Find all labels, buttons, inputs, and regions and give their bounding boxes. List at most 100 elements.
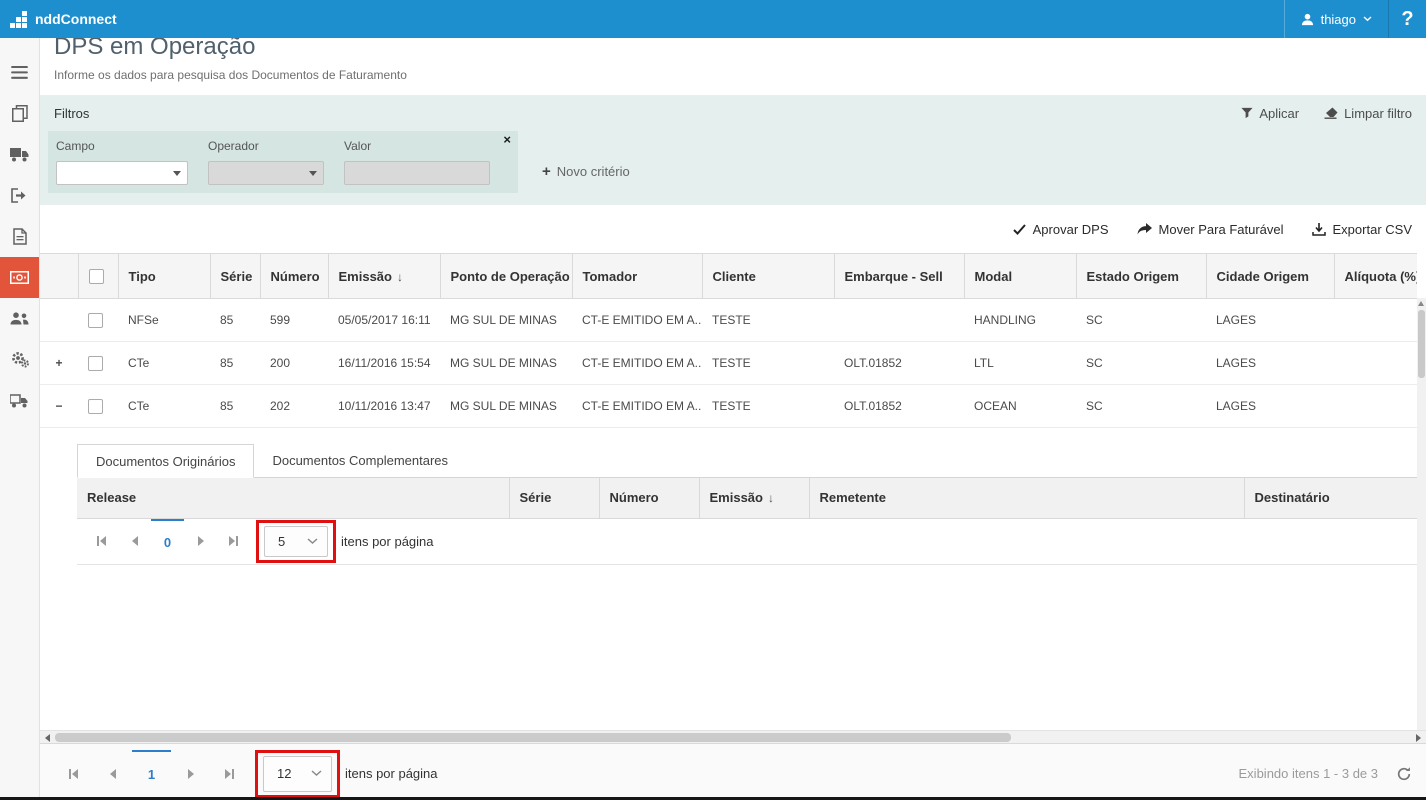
table-row[interactable]: − CTe 85 202 10/11/2016 13:47 MG SUL DE … xyxy=(40,385,1417,428)
grid-footer-pager: 1 12 itens por página xyxy=(40,743,1426,797)
field-select[interactable] xyxy=(56,161,188,185)
new-criteria-button[interactable]: + Novo critério xyxy=(542,163,630,180)
export-csv-button[interactable]: Exportar CSV xyxy=(1312,222,1412,237)
filters-title: Filtros xyxy=(54,106,89,121)
sidebar-item-billing[interactable] xyxy=(0,257,39,298)
collapse-row-button[interactable]: − xyxy=(55,399,62,413)
select-all-checkbox[interactable] xyxy=(89,269,104,284)
move-to-billable-button[interactable]: Mover Para Faturável xyxy=(1137,222,1284,237)
scroll-up-arrow[interactable] xyxy=(1418,301,1424,306)
last-page-button[interactable] xyxy=(217,519,250,564)
field-label: Campo xyxy=(56,139,188,153)
expander-column-header xyxy=(40,254,78,299)
clear-filter-button[interactable]: Limpar filtro xyxy=(1323,106,1412,121)
next-page-button[interactable] xyxy=(184,519,217,564)
horizontal-scroll-thumb[interactable] xyxy=(55,733,1011,742)
sidebar-item-users[interactable] xyxy=(0,298,39,339)
document-icon xyxy=(13,228,27,245)
plus-icon: + xyxy=(542,163,551,180)
column-header-tomador[interactable]: Tomador xyxy=(572,254,702,299)
chevron-down-icon xyxy=(1363,16,1372,22)
column-header-emissao[interactable]: Emissão↓ xyxy=(328,254,440,299)
detail-page-size-select[interactable]: 5 xyxy=(264,526,328,557)
table-row[interactable]: NFSe 85 599 05/05/2017 16:11 MG SUL DE M… xyxy=(40,299,1417,342)
detail-column-remetente[interactable]: Remetente xyxy=(809,478,1244,518)
app-window: nddConnect thiago ? xyxy=(0,0,1426,800)
column-header-ponto-operacao[interactable]: Ponto de Operação xyxy=(440,254,572,299)
users-icon xyxy=(10,312,29,325)
column-header-cidade-origem[interactable]: Cidade Origem xyxy=(1206,254,1334,299)
sidebar xyxy=(0,38,40,797)
truck-delivery-icon xyxy=(10,394,29,408)
sidebar-item-settings[interactable] xyxy=(0,339,39,380)
current-page[interactable]: 1 xyxy=(132,750,171,797)
apply-filter-button[interactable]: Aplicar xyxy=(1241,106,1299,121)
prev-page-button[interactable] xyxy=(93,750,132,797)
column-header-serie[interactable]: Série xyxy=(210,254,260,299)
dps-grid: Tipo Série Número Emissão↓ Ponto de Oper… xyxy=(40,253,1417,428)
detail-column-destinatario[interactable]: Destinatário xyxy=(1244,478,1417,518)
column-header-cliente[interactable]: Cliente xyxy=(702,254,834,299)
select-arrow-icon xyxy=(173,171,181,176)
detail-pager: 0 5 itens por página xyxy=(77,519,1417,565)
filters-panel: Filtros Aplicar xyxy=(40,95,1426,205)
items-per-page-label: itens por página xyxy=(345,750,438,797)
sidebar-item-logistics[interactable] xyxy=(0,380,39,421)
vertical-scroll-thumb[interactable] xyxy=(1418,310,1425,378)
refresh-button[interactable] xyxy=(1396,766,1412,782)
column-header-tipo[interactable]: Tipo xyxy=(118,254,210,299)
first-page-button[interactable] xyxy=(54,750,93,797)
column-header-numero[interactable]: Número xyxy=(260,254,328,299)
current-page[interactable]: 0 xyxy=(151,519,184,564)
sidebar-item-documents[interactable] xyxy=(0,93,39,134)
detail-column-release[interactable]: Release xyxy=(77,478,509,518)
row-checkbox[interactable] xyxy=(88,356,103,371)
column-header-modal[interactable]: Modal xyxy=(964,254,1076,299)
tab-documentos-originarios[interactable]: Documentos Originários xyxy=(77,444,254,478)
operator-label: Operador xyxy=(208,139,324,153)
tab-documentos-complementares[interactable]: Documentos Complementares xyxy=(254,444,466,477)
sidebar-menu-button[interactable] xyxy=(0,52,39,93)
user-name: thiago xyxy=(1321,12,1356,27)
sidebar-item-export[interactable] xyxy=(0,175,39,216)
detail-column-numero[interactable]: Número xyxy=(599,478,699,518)
column-header-aliquota[interactable]: Alíquota (%) xyxy=(1334,254,1417,299)
scroll-left-arrow[interactable] xyxy=(45,734,50,742)
page-title: DPS em Operação xyxy=(54,38,1412,61)
copy-icon xyxy=(12,105,28,122)
funnel-icon xyxy=(1241,107,1253,119)
first-page-button[interactable] xyxy=(85,519,118,564)
row-checkbox[interactable] xyxy=(88,399,103,414)
sort-desc-icon: ↓ xyxy=(768,491,774,505)
sidebar-item-shipments[interactable] xyxy=(0,134,39,175)
detail-page-size-wrap: 5 xyxy=(264,526,328,557)
horizontal-scrollbar[interactable] xyxy=(40,730,1426,743)
help-button[interactable]: ? xyxy=(1388,0,1426,38)
user-menu[interactable]: thiago xyxy=(1284,0,1388,38)
vertical-scrollbar[interactable] xyxy=(1417,298,1426,730)
value-input[interactable] xyxy=(344,161,490,185)
detail-column-emissao[interactable]: Emissão↓ xyxy=(699,478,809,518)
table-row[interactable]: + CTe 85 200 16/11/2016 15:54 MG SUL DE … xyxy=(40,342,1417,385)
footer-page-size-select[interactable]: 12 xyxy=(263,756,332,792)
next-page-button[interactable] xyxy=(171,750,210,797)
remove-criteria-button[interactable]: × xyxy=(503,133,511,146)
prev-page-button[interactable] xyxy=(118,519,151,564)
approve-dps-button[interactable]: Aprovar DPS xyxy=(1013,222,1109,237)
expander-cell xyxy=(40,299,78,342)
page-head: DPS em Operação Informe os dados para pe… xyxy=(40,38,1426,95)
operator-select[interactable] xyxy=(208,161,324,185)
detail-grid: Release Série Número Emissão↓ Remetente … xyxy=(77,478,1417,519)
column-header-embarque-sell[interactable]: Embarque - Sell xyxy=(834,254,964,299)
chevron-down-icon xyxy=(311,770,322,777)
detail-column-serie[interactable]: Série xyxy=(509,478,599,518)
expand-row-button[interactable]: + xyxy=(55,356,62,370)
filter-criteria-card: × Campo Operador Valor xyxy=(48,131,518,193)
scroll-right-arrow[interactable] xyxy=(1416,734,1421,742)
column-header-estado-origem[interactable]: Estado Origem xyxy=(1076,254,1206,299)
sidebar-item-reports[interactable] xyxy=(0,216,39,257)
select-arrow-icon xyxy=(309,171,317,176)
last-page-button[interactable] xyxy=(210,750,249,797)
row-checkbox[interactable] xyxy=(88,313,103,328)
items-range-status: Exibindo itens 1 - 3 de 3 xyxy=(1239,766,1378,781)
